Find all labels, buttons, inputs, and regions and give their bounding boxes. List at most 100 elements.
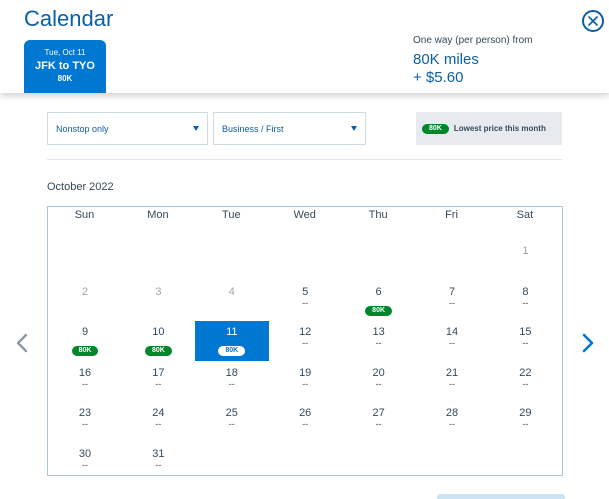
calendar-day-2: 2 [48, 281, 122, 321]
calendar-day-11[interactable]: 11 80K [194, 321, 269, 361]
calendar-grid: Sun Mon Tue Wed Thu Fri Sat 1 2 3 4 5 -- 6 80K 7 -- 8 -- 9 8… [47, 206, 563, 476]
day-number: 16 [78, 366, 92, 379]
no-price: -- [228, 378, 235, 389]
day-number: 2 [81, 285, 89, 298]
calendar-day-4: 4 [195, 281, 269, 321]
calendar-day-28[interactable]: 28 -- [415, 402, 489, 442]
page-title: Calendar [24, 6, 114, 31]
calendar-day-18[interactable]: 18 -- [195, 362, 269, 402]
no-price: -- [302, 419, 309, 429]
lowest-price-pill: 80K [218, 346, 246, 356]
calendar-day-5[interactable]: 5 -- [268, 281, 342, 321]
calendar-day-26[interactable]: 26 -- [268, 402, 342, 442]
calendar-day-29[interactable]: 29 -- [488, 402, 562, 442]
day-number: 11 [226, 326, 238, 338]
day-number: 7 [448, 285, 456, 298]
lowest-price-pill: 80K [71, 346, 99, 356]
calendar-day-9[interactable]: 9 80K [48, 321, 122, 361]
calendar-day-20[interactable]: 20 -- [342, 362, 416, 402]
no-price: -- [449, 338, 455, 348]
legend-price-pill: 80K [422, 123, 449, 134]
calendar-day-23[interactable]: 23 -- [48, 402, 122, 442]
no-price: -- [155, 419, 162, 429]
no-price: -- [155, 459, 162, 470]
day-number: 21 [445, 366, 459, 379]
next-month-button[interactable] [580, 332, 596, 354]
stops-select[interactable]: Nonstop only [47, 112, 208, 145]
chevron-left-icon [16, 333, 28, 353]
calendar-day-6[interactable]: 6 80K [342, 281, 416, 321]
weekday-sun: Sun [74, 209, 95, 221]
calendar-day-17[interactable]: 17 -- [121, 362, 195, 402]
cabin-select[interactable]: Business / First [213, 112, 366, 145]
day-number: 6 [375, 285, 382, 298]
calendar-header: Calendar Tue, Oct 11 JFK to TYO 80K One … [0, 0, 609, 93]
day-number: 18 [225, 366, 238, 379]
no-price: -- [375, 419, 382, 429]
calendar-day-8[interactable]: 8 -- [488, 281, 562, 321]
day-number: 19 [299, 366, 312, 379]
month-title: October 2022 [47, 181, 114, 193]
weekday-tue: Tue [222, 209, 241, 221]
calendar-day-21[interactable]: 21 -- [415, 362, 489, 402]
calendar-day-15[interactable]: 15 -- [488, 321, 562, 361]
day-number: 1 [522, 245, 529, 257]
calendar-day-30[interactable]: 30 -- [48, 443, 122, 483]
calendar-day-22[interactable]: 22 -- [488, 362, 562, 402]
fare-tax: + $5.60 [413, 69, 464, 86]
trip-price: 80K [57, 74, 73, 83]
day-number: 30 [78, 447, 92, 460]
day-number: 9 [81, 326, 89, 338]
lowest-price-pill: 80K [144, 346, 172, 356]
no-price: -- [522, 378, 529, 389]
weekday-mon: Mon [147, 209, 169, 221]
weekday-thu: Thu [368, 209, 388, 221]
day-number: 4 [228, 285, 235, 298]
no-price: -- [82, 419, 88, 429]
no-price: -- [522, 297, 529, 308]
cabin-select-value: Business / First [222, 123, 284, 134]
day-number: 3 [155, 285, 162, 298]
fare-miles: 80K miles [413, 51, 479, 68]
calendar-day-10[interactable]: 10 80K [121, 321, 195, 361]
day-number: 17 [152, 366, 165, 379]
no-price: -- [522, 338, 529, 348]
calendar-day-27[interactable]: 27 -- [342, 402, 416, 442]
no-price: -- [449, 419, 455, 429]
no-price: -- [375, 378, 382, 389]
no-price: -- [522, 419, 529, 429]
calendar-day-13[interactable]: 13 -- [342, 321, 416, 361]
trip-date: Tue, Oct 11 [44, 48, 86, 57]
day-number: 8 [522, 285, 529, 298]
legend-text: Lowest price this month [453, 124, 546, 133]
continue-button[interactable] [437, 494, 565, 499]
close-button[interactable] [582, 10, 604, 32]
trip-tab-jfk-tyo[interactable]: Tue, Oct 11 JFK to TYO 80K [24, 40, 106, 93]
calendar-day-31[interactable]: 31 -- [121, 443, 195, 483]
day-number: 31 [152, 447, 165, 460]
stops-select-value: Nonstop only [56, 123, 109, 134]
no-price: -- [302, 378, 309, 389]
lowest-price-pill: 80K [365, 305, 393, 316]
calendar-day-19[interactable]: 19 -- [268, 362, 342, 402]
chevron-right-icon [582, 333, 594, 353]
calendar-day-14[interactable]: 14 -- [415, 321, 489, 361]
no-price: -- [228, 419, 235, 429]
calendar-day-1: 1 [488, 240, 562, 280]
weekday-fri: Fri [445, 209, 458, 221]
day-number: 22 [519, 366, 532, 379]
calendar-day-3: 3 [121, 281, 195, 321]
calendar-day-7[interactable]: 7 -- [415, 281, 489, 321]
close-icon [588, 16, 598, 26]
calendar-day-24[interactable]: 24 -- [121, 402, 195, 442]
weekday-sat: Sat [516, 209, 534, 221]
calendar-day-25[interactable]: 25 -- [195, 402, 269, 442]
calendar-day-16[interactable]: 16 -- [48, 362, 122, 402]
previous-month-button[interactable] [14, 332, 30, 354]
no-price: -- [302, 338, 309, 348]
calendar-day-12[interactable]: 12 -- [268, 321, 342, 361]
no-price: -- [449, 297, 455, 308]
weekday-wed: Wed [293, 209, 316, 221]
fare-summary: One way (per person) from 80K miles + $5… [413, 35, 533, 86]
day-number: 10 [152, 326, 165, 338]
